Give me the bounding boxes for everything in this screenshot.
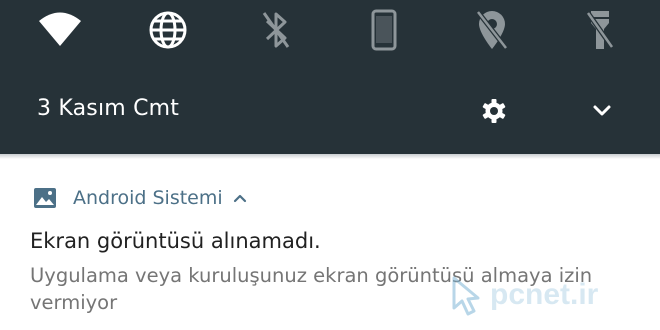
- date-label: 3 Kasım Cmt: [37, 96, 180, 121]
- wifi-tile[interactable]: [38, 8, 82, 52]
- flashlight-tile[interactable]: [578, 8, 622, 52]
- globe-icon: [149, 11, 187, 49]
- wifi-icon: [39, 12, 81, 46]
- gear-icon: [482, 99, 506, 123]
- bluetooth-tile[interactable]: [254, 8, 298, 52]
- notification-header[interactable]: Android Sistemi: [33, 184, 247, 212]
- chevron-up-icon: [233, 194, 246, 203]
- notification-title: Ekran görüntüsü alınamadı.: [30, 229, 321, 253]
- auto-rotate-tile[interactable]: [362, 8, 406, 52]
- expand-button[interactable]: [587, 96, 617, 126]
- notification-shade: [0, 0, 660, 154]
- card-shadow: [0, 154, 660, 159]
- settings-button[interactable]: [479, 96, 509, 126]
- chevron-down-icon: [593, 105, 611, 116]
- location-off-icon: [476, 10, 508, 50]
- screenshot-image-icon: [34, 188, 56, 208]
- bluetooth-icon: [262, 12, 290, 48]
- collapse-chevron[interactable]: [233, 191, 247, 205]
- app-icon: [33, 186, 57, 210]
- data-tile[interactable]: [146, 8, 190, 52]
- notification-text: Uygulama veya kuruluşunuz ekran görüntüs…: [30, 264, 593, 314]
- flashlight-off-icon: [585, 11, 615, 49]
- phone-rotate-icon: [371, 9, 397, 51]
- location-tile[interactable]: [470, 8, 514, 52]
- app-name: Android Sistemi: [73, 187, 223, 209]
